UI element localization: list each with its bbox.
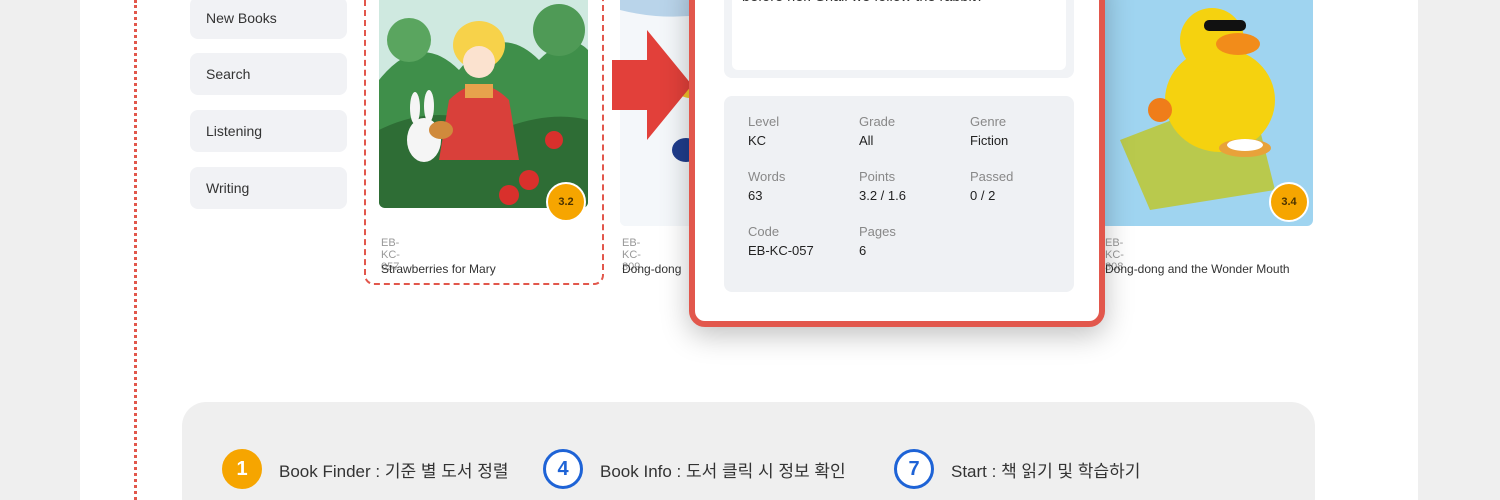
info-label: Points bbox=[859, 169, 896, 184]
info-value: Fiction bbox=[970, 133, 1009, 148]
description-box: strawberries. All of a sudden, a rabbit … bbox=[724, 0, 1074, 78]
info-value: 3.2 / 1.6 bbox=[859, 188, 906, 203]
level-badge: 3.2 bbox=[546, 182, 586, 222]
legend-item-book-finder: 1 Book Finder : 기준 별 도서 정렬 bbox=[222, 449, 508, 489]
book-title[interactable]: Strawberries for Mary bbox=[381, 262, 496, 276]
info-value: KC bbox=[748, 133, 767, 148]
info-label: Words bbox=[748, 169, 786, 184]
book-details-box: Level KC Grade All Genre Fiction Words 6… bbox=[724, 96, 1074, 292]
book-title[interactable]: Dong-dong and the Wonder Mouth bbox=[1105, 262, 1290, 276]
sidebar-item-label: New Books bbox=[206, 10, 277, 26]
info-label: Level bbox=[748, 114, 780, 129]
info-pages: Pages 6 bbox=[859, 224, 959, 258]
info-value: 63 bbox=[748, 188, 763, 203]
feature-legend: 1 Book Finder : 기준 별 도서 정렬 4 Book Info :… bbox=[182, 402, 1315, 500]
legend-item-book-info: 4 Book Info : 도서 클릭 시 정보 확인 bbox=[543, 449, 846, 489]
level-badge: 3.4 bbox=[1269, 182, 1309, 222]
legend-text: Book Info : 도서 클릭 시 정보 확인 bbox=[600, 461, 846, 481]
book-title[interactable]: Dong-dong bbox=[622, 262, 681, 276]
sidebar-item-writing[interactable]: Writing bbox=[190, 167, 347, 209]
legend-item-start: 7 Start : 책 읽기 및 학습하기 bbox=[894, 449, 1140, 489]
info-value: 6 bbox=[859, 243, 867, 258]
legend-text: Book Finder : 기준 별 도서 정렬 bbox=[279, 461, 509, 481]
info-label: Pages bbox=[859, 224, 896, 239]
info-level: Level KC bbox=[748, 114, 848, 148]
book-cover-image[interactable] bbox=[379, 0, 588, 208]
info-label: Passed bbox=[970, 169, 1014, 184]
book-info-popup: strawberries. All of a sudden, a rabbit … bbox=[689, 0, 1105, 327]
info-value: All bbox=[859, 133, 874, 148]
info-label: Grade bbox=[859, 114, 896, 129]
sidebar-item-label: Search bbox=[206, 66, 251, 82]
sidebar-item-search[interactable]: Search bbox=[190, 53, 347, 95]
book-description: strawberries. All of a sudden, a rabbit … bbox=[732, 0, 1066, 70]
annotation-dotted-line bbox=[134, 0, 137, 500]
info-genre: Genre Fiction bbox=[970, 114, 1070, 148]
info-value: EB-KC-057 bbox=[748, 243, 814, 258]
step-number-badge: 7 bbox=[894, 449, 934, 489]
info-words: Words 63 bbox=[748, 169, 848, 203]
info-passed: Passed 0 / 2 bbox=[970, 169, 1070, 203]
sidebar-item-listening[interactable]: Listening bbox=[190, 110, 347, 152]
step-number-badge: 1 bbox=[222, 449, 262, 489]
info-label: Code bbox=[748, 224, 780, 239]
info-label: Genre bbox=[970, 114, 1007, 129]
sidebar-item-label: Writing bbox=[206, 180, 250, 196]
info-code: Code EB-KC-057 bbox=[748, 224, 848, 258]
sidebar-item-new-books[interactable]: New Books bbox=[190, 0, 347, 39]
step-number-badge: 4 bbox=[543, 449, 583, 489]
legend-text: Start : 책 읽기 및 학습하기 bbox=[951, 461, 1141, 481]
info-value: 0 / 2 bbox=[970, 188, 996, 203]
info-points: Points 3.2 / 1.6 bbox=[859, 169, 959, 203]
arrow-right-icon bbox=[612, 30, 692, 140]
info-grade: Grade All bbox=[859, 114, 959, 148]
sidebar-item-label: Listening bbox=[206, 123, 263, 139]
